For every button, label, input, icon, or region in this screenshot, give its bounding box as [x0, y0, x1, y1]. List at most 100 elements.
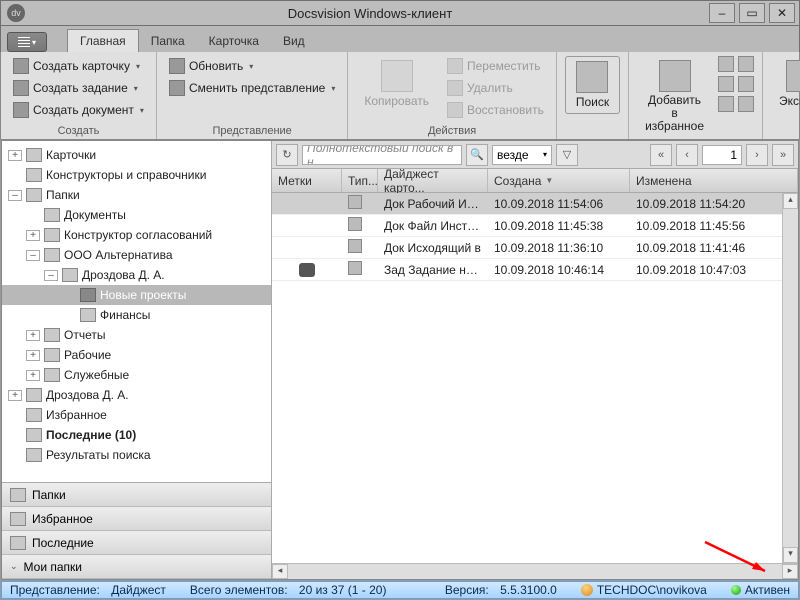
- quick-access-toolbar[interactable]: ▾: [7, 32, 47, 52]
- folder-icon: [26, 188, 42, 202]
- cell-modified: 10.09.2018 11:54:20: [630, 197, 798, 211]
- table-row[interactable]: Док Файл Инструкция...10.09.2018 11:45:3…: [272, 215, 798, 237]
- fulltext-search-input[interactable]: Полнотекстовый поиск в н: [302, 145, 462, 165]
- document-icon: [13, 102, 29, 118]
- col-created[interactable]: Создана▼: [488, 169, 630, 192]
- create-task-button[interactable]: Создать задание▾: [9, 78, 148, 98]
- tree-node-working[interactable]: +Рабочие: [2, 345, 271, 365]
- tree-node-recent[interactable]: Последние (10): [2, 425, 271, 445]
- folder-tree: +Карточки Конструкторы и справочники –Па…: [2, 141, 271, 482]
- restore-button[interactable]: Восстановить: [443, 100, 548, 120]
- page-first-button[interactable]: «: [650, 144, 672, 166]
- tree-node-constructor-approvals[interactable]: +Конструктор согласований: [2, 225, 271, 245]
- search-go-button[interactable]: 🔍: [466, 144, 488, 166]
- nav-stack: Папки Избранное Последние ⌄Мои папки: [2, 482, 271, 579]
- page-number-input[interactable]: 1: [702, 145, 742, 165]
- tree-node-new-projects[interactable]: Новые проекты: [2, 285, 271, 305]
- filter-button[interactable]: ▽: [556, 144, 578, 166]
- col-marks[interactable]: Метки: [272, 169, 342, 192]
- nav-folders[interactable]: Папки: [2, 483, 271, 507]
- folder-icon: [10, 488, 26, 502]
- tree-node-reports[interactable]: +Отчеты: [2, 325, 271, 345]
- export-button[interactable]: Экспорт: [771, 56, 800, 112]
- chevron-down-icon: ▾: [140, 106, 144, 115]
- page-last-button[interactable]: »: [772, 144, 794, 166]
- folder-icon: [26, 168, 42, 182]
- user-icon: [581, 584, 593, 596]
- tree-node-cards[interactable]: +Карточки: [2, 145, 271, 165]
- maximize-button[interactable]: ▭: [739, 3, 765, 23]
- cell-modified: 10.09.2018 11:45:56: [630, 219, 798, 233]
- tab-home[interactable]: Главная: [67, 29, 139, 52]
- doctype-icon: [348, 239, 362, 253]
- sidebar: +Карточки Конструкторы и справочники –Па…: [2, 141, 272, 579]
- folder-open-icon: [80, 288, 96, 302]
- refresh-button[interactable]: Обновить▾: [165, 56, 339, 76]
- chevron-down-icon: ⌄: [10, 561, 18, 572]
- create-card-button[interactable]: Создать карточку▾: [9, 56, 148, 76]
- status-version: Версия: 5.5.3100.0: [445, 583, 557, 597]
- grid-header: Метки Тип... Дайджест карто... Создана▼ …: [272, 169, 798, 193]
- tab-view[interactable]: Вид: [271, 30, 317, 52]
- vertical-scrollbar[interactable]: ▴▾: [782, 193, 798, 563]
- tree-node-constructors[interactable]: Конструкторы и справочники: [2, 165, 271, 185]
- ribbon-group-create: Создать карточку▾ Создать задание▾ Созда…: [1, 52, 157, 139]
- star-icon: [10, 512, 26, 526]
- search-scope-combo[interactable]: везде▾: [492, 145, 552, 165]
- tree-node-documents[interactable]: Документы: [2, 205, 271, 225]
- tree-node-drozdova2[interactable]: +Дроздова Д. А.: [2, 385, 271, 405]
- move-button[interactable]: Переместить: [443, 56, 548, 76]
- horizontal-scrollbar[interactable]: ◂▸: [272, 563, 798, 579]
- delete-label: Удалить: [467, 81, 513, 95]
- table-row[interactable]: Док Рабочий Инструк...10.09.2018 11:54:0…: [272, 193, 798, 215]
- page-next-button[interactable]: ›: [746, 144, 768, 166]
- table-row[interactable]: Док Исходящий в10.09.2018 11:36:1010.09.…: [272, 237, 798, 259]
- sort-desc-icon: ▼: [545, 176, 553, 185]
- minimize-button[interactable]: –: [709, 3, 735, 23]
- close-button[interactable]: ✕: [769, 3, 795, 23]
- tab-folder[interactable]: Папка: [139, 30, 197, 52]
- toolbar-refresh-button[interactable]: ↻: [276, 144, 298, 166]
- create-document-button[interactable]: Создать документ▾: [9, 100, 148, 120]
- nav-favorites[interactable]: Избранное: [2, 507, 271, 531]
- status-user: TECHDOC\novikova: [581, 583, 707, 597]
- nav-my-folders[interactable]: ⌄Мои папки: [2, 555, 271, 579]
- col-type[interactable]: Тип...: [342, 169, 378, 192]
- create-task-label: Создать задание: [33, 81, 128, 95]
- folder-icon: [62, 268, 78, 282]
- tree-node-ooo[interactable]: –ООО Альтернатива: [2, 245, 271, 265]
- tree-node-favorites[interactable]: Избранное: [2, 405, 271, 425]
- delete-button[interactable]: Удалить: [443, 78, 548, 98]
- tree-node-finance[interactable]: Финансы: [2, 305, 271, 325]
- copy-button[interactable]: Копировать: [356, 56, 437, 112]
- tree-node-drozdova[interactable]: –Дроздова Д. А.: [2, 265, 271, 285]
- ribbon-tabstrip: ▾ Главная Папка Карточка Вид: [0, 26, 800, 52]
- tab-card[interactable]: Карточка: [197, 30, 271, 52]
- ribbon-group-export: Экспорт: [763, 52, 800, 139]
- folder-icon: [44, 368, 60, 382]
- refresh-icon: [169, 58, 185, 74]
- tree-node-folders[interactable]: –Папки: [2, 185, 271, 205]
- cell-modified: 10.09.2018 10:47:03: [630, 263, 798, 277]
- restore-icon: [447, 102, 463, 118]
- ribbon: Создать карточку▾ Создать задание▾ Созда…: [0, 52, 800, 140]
- statusbar: Представление: Дайджест Всего элементов:…: [1, 581, 799, 599]
- col-digest[interactable]: Дайджест карто...: [378, 169, 488, 192]
- restore-label: Восстановить: [467, 103, 544, 117]
- cell-created: 10.09.2018 11:54:06: [488, 197, 630, 211]
- col-modified[interactable]: Изменена: [630, 169, 798, 192]
- nav-recent[interactable]: Последние: [2, 531, 271, 555]
- tree-node-search-results[interactable]: Результаты поиска: [2, 445, 271, 465]
- change-view-button[interactable]: Сменить представление▾: [165, 78, 339, 98]
- search-button[interactable]: Поиск: [565, 56, 620, 114]
- tree-node-service[interactable]: +Служебные: [2, 365, 271, 385]
- folder-icon: [44, 208, 60, 222]
- add-favorite-button[interactable]: Добавить в избранное: [637, 56, 712, 138]
- grid-rows: Док Рабочий Инструк...10.09.2018 11:54:0…: [272, 193, 798, 563]
- table-row[interactable]: Зад Задание на испо...10.09.2018 10:46:1…: [272, 259, 798, 281]
- mark-color-grid[interactable]: [718, 56, 754, 112]
- page-prev-button[interactable]: ‹: [676, 144, 698, 166]
- ribbon-group-mark: Добавить в избранное Метка: [629, 52, 763, 139]
- grid-toolbar: ↻ Полнотекстовый поиск в н 🔍 везде▾ ▽ « …: [272, 141, 798, 169]
- export-icon: [786, 60, 800, 92]
